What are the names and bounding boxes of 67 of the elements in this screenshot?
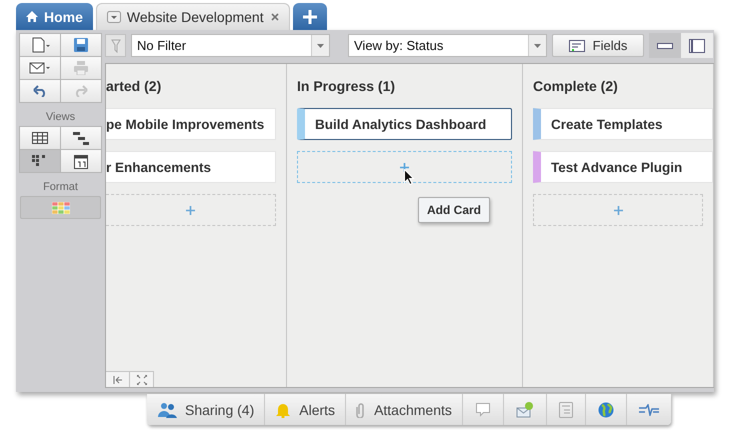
collapse-left-icon — [112, 376, 122, 384]
redo-icon — [74, 85, 88, 97]
layout-toggle[interactable] — [681, 33, 713, 58]
close-icon — [270, 13, 279, 21]
layout-toggle[interactable] — [649, 33, 681, 58]
section-label: Format — [43, 181, 78, 193]
view-by-dropdown[interactable]: View by: Status — [348, 34, 547, 57]
save-icon — [73, 37, 89, 53]
dropdown-icon — [106, 11, 121, 23]
column-title: In Progress (1) — [297, 78, 396, 94]
collapse-button[interactable] — [106, 371, 130, 387]
calendar-icon — [74, 153, 88, 169]
filter-dropdown[interactable]: No Filter — [131, 34, 330, 57]
task-card[interactable]: r Enhancements — [106, 151, 276, 183]
attachments-button[interactable]: Attachments — [346, 394, 463, 425]
card-view-icon — [32, 155, 48, 167]
people-icon — [157, 402, 177, 418]
envelope-icon — [29, 62, 51, 74]
tooltip: Add Card — [418, 197, 490, 223]
home-icon — [26, 11, 38, 22]
new-document-icon — [30, 37, 50, 53]
fields-icon — [568, 40, 585, 52]
new-tab-button[interactable] — [292, 3, 327, 30]
speech-bubble-icon — [474, 402, 491, 417]
filter-icon — [110, 38, 120, 52]
section-label: Views — [46, 111, 76, 123]
printer-icon — [73, 61, 89, 75]
form-icon — [558, 402, 573, 418]
sharing-button[interactable]: Sharing (4) — [147, 394, 266, 425]
paperclip-icon — [356, 402, 366, 418]
alerts-button[interactable]: Alerts — [265, 394, 346, 425]
task-card[interactable]: Build Analytics Dashboard — [297, 108, 512, 140]
plus-icon — [400, 162, 409, 172]
side-panel-icon — [689, 38, 705, 52]
bell-icon — [275, 402, 292, 418]
document-tab[interactable]: Website Development — [96, 3, 290, 30]
collapsed-panel-icon — [657, 42, 673, 48]
globe-icon — [598, 402, 614, 418]
toolbar-button[interactable] — [20, 57, 60, 79]
activity-icon — [638, 404, 659, 416]
toolbar-button[interactable] — [20, 34, 60, 56]
table-icon — [32, 132, 48, 144]
toolbar-button[interactable] — [20, 80, 60, 102]
mouse-cursor-icon — [404, 169, 415, 185]
envelope-pin-icon — [516, 402, 534, 418]
fields-button[interactable]: Fields — [552, 34, 644, 57]
fullscreen-button[interactable] — [130, 371, 154, 387]
undo-icon — [33, 85, 47, 97]
column-title: Complete (2) — [533, 78, 619, 94]
column-title: arted (2) — [106, 78, 162, 94]
task-card[interactable]: Test Advance Plugin — [533, 151, 713, 183]
color-grid-icon — [52, 202, 70, 214]
plus-icon — [614, 206, 622, 214]
plus-icon — [186, 206, 195, 214]
view-button[interactable] — [20, 150, 60, 172]
view-button[interactable] — [61, 127, 101, 149]
home-tab[interactable]: Home — [16, 3, 93, 30]
expand-icon — [136, 374, 146, 384]
gantt-icon — [73, 131, 89, 145]
task-card[interactable]: pe Mobile Improvements — [106, 108, 276, 140]
view-button[interactable] — [61, 150, 101, 172]
caret-icon — [534, 44, 541, 48]
toolbar-button[interactable] — [61, 34, 101, 56]
plus-icon — [302, 10, 317, 24]
task-card[interactable]: Create Templates — [533, 108, 713, 140]
view-button[interactable] — [20, 127, 60, 149]
caret-icon — [317, 44, 324, 48]
